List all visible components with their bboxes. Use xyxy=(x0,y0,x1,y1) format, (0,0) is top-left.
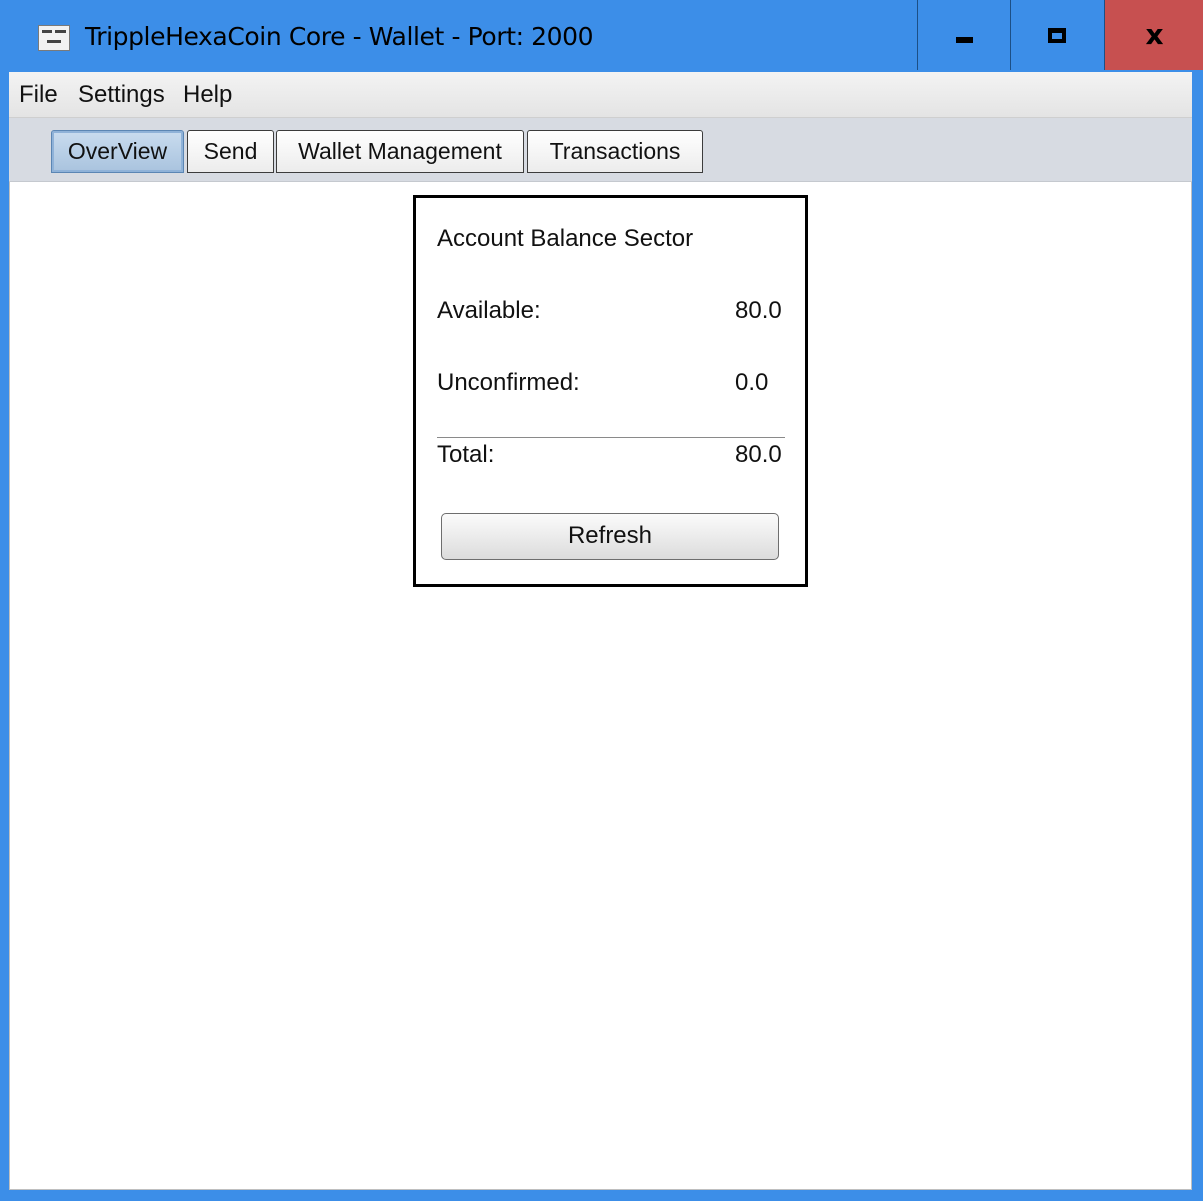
tab-overview[interactable]: OverView xyxy=(51,130,184,173)
overview-panel: Account Balance Sector Available: 80.0 U… xyxy=(9,182,1192,1190)
client-area: File Settings Help OverView Send Wallet … xyxy=(9,72,1192,1190)
menu-file[interactable]: File xyxy=(19,81,58,109)
tab-wallet-management[interactable]: Wallet Management xyxy=(276,130,524,173)
tab-send[interactable]: Send xyxy=(187,130,274,173)
title-bar[interactable]: TrippleHexaCoin Core - Wallet - Port: 20… xyxy=(0,0,1203,72)
total-label: Total: xyxy=(437,441,495,468)
available-value: 80.0 xyxy=(735,297,782,324)
account-balance-panel: Account Balance Sector Available: 80.0 U… xyxy=(413,195,808,587)
refresh-button[interactable]: Refresh xyxy=(441,513,779,560)
menu-help[interactable]: Help xyxy=(183,81,232,109)
unconfirmed-value: 0.0 xyxy=(735,369,769,396)
menu-bar: File Settings Help xyxy=(9,72,1192,118)
app-icon[interactable] xyxy=(38,25,70,51)
window-title: TrippleHexaCoin Core - Wallet - Port: 20… xyxy=(85,22,594,51)
app-icon-bar xyxy=(42,30,52,33)
minimize-icon xyxy=(956,37,973,43)
menu-settings[interactable]: Settings xyxy=(78,81,165,109)
total-divider xyxy=(437,437,785,438)
minimize-button[interactable] xyxy=(917,0,1009,70)
available-label: Available: xyxy=(437,297,541,324)
unconfirmed-label: Unconfirmed: xyxy=(437,369,580,396)
total-value: 80.0 xyxy=(735,441,782,468)
maximize-button[interactable] xyxy=(1010,0,1102,70)
tab-strip: OverView Send Wallet Management Transact… xyxy=(9,118,1192,182)
panel-title: Account Balance Sector xyxy=(437,225,694,252)
close-icon: x xyxy=(1145,18,1164,51)
app-icon-bar xyxy=(55,30,66,33)
maximize-icon xyxy=(1048,28,1066,43)
close-button[interactable]: x xyxy=(1104,0,1203,70)
tab-transactions[interactable]: Transactions xyxy=(527,130,703,173)
app-icon-bar xyxy=(47,40,61,43)
app-window: TrippleHexaCoin Core - Wallet - Port: 20… xyxy=(0,0,1203,1201)
